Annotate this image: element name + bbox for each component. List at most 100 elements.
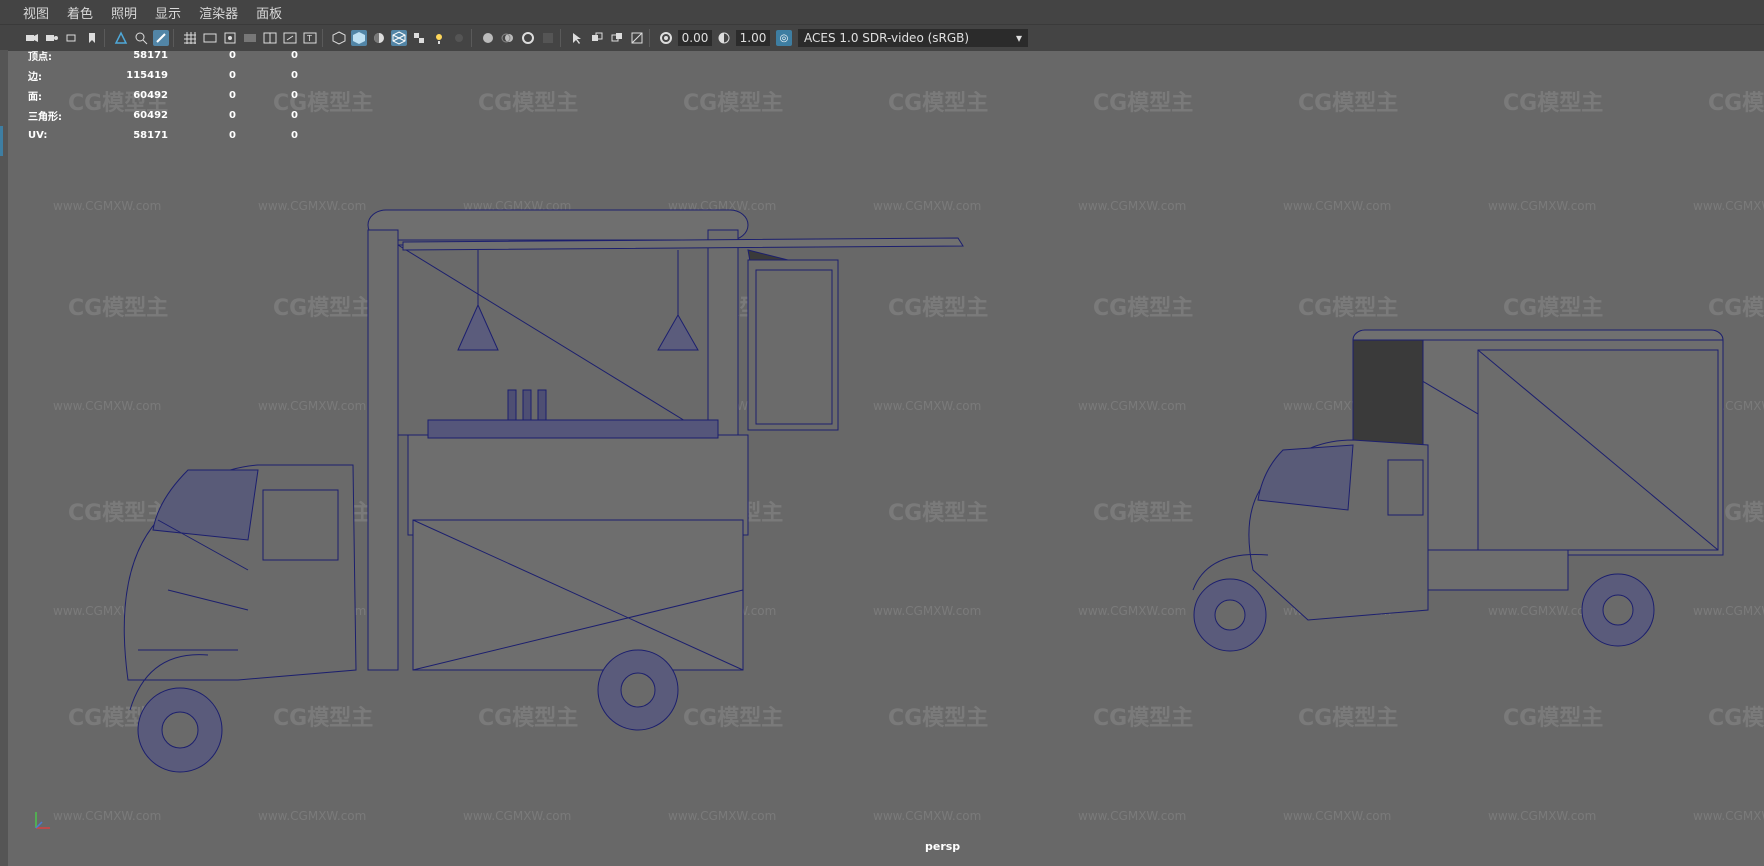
exposure-icon[interactable]: [658, 30, 674, 46]
color-management-icon[interactable]: ◎: [776, 30, 792, 46]
ambient-occlusion-icon[interactable]: [480, 30, 496, 46]
safe-action-icon[interactable]: [282, 30, 298, 46]
watermark-url: www.CGMXW.com: [873, 399, 981, 413]
color-space-value: ACES 1.0 SDR-video (sRGB): [804, 31, 970, 45]
bookmark-icon[interactable]: [84, 30, 100, 46]
watermark-url: www.CGMXW.com: [1488, 809, 1596, 823]
menu-view[interactable]: 视图: [20, 3, 52, 22]
watermark-logo: CG模型主: [683, 706, 783, 731]
watermark-logo: CG模型主: [888, 296, 988, 321]
xray-joints-icon[interactable]: [629, 30, 645, 46]
watermark-logo: CG模型主: [1093, 91, 1193, 116]
anti-aliasing-icon[interactable]: [520, 30, 536, 46]
use-all-lights-icon[interactable]: [431, 30, 447, 46]
hud-label: 面:: [28, 91, 42, 103]
watermark-url: www.CGMXW.com: [1488, 199, 1596, 213]
toolbar-separator: [560, 29, 561, 47]
watermark-logo: CG模型主: [1093, 706, 1193, 731]
hud-value: 58171: [133, 49, 168, 61]
hud-label: 顶点:: [28, 51, 52, 63]
watermark-logo: CG模型主: [888, 501, 988, 526]
watermark-url: www.CGMXW.com: [1693, 604, 1764, 618]
isolate-select-icon[interactable]: [569, 30, 585, 46]
color-space-dropdown[interactable]: ACES 1.0 SDR-video (sRGB) ▾: [798, 29, 1028, 47]
hud-value: 0: [229, 69, 236, 81]
watermark-url: www.CGMXW.com: [258, 399, 366, 413]
svg-text:T: T: [306, 34, 312, 43]
watermark-logo: CG模型主: [1708, 296, 1764, 321]
menu-shading[interactable]: 着色: [64, 3, 96, 22]
xray-icon[interactable]: [589, 30, 605, 46]
watermark-url: www.CGMXW.com: [258, 199, 366, 213]
watermark-logo: CG模型主: [888, 706, 988, 731]
resolution-gate-icon[interactable]: [222, 30, 238, 46]
hud-label: 三角形:: [28, 111, 62, 123]
hud-value: 0: [291, 49, 298, 61]
hud-value: 0: [229, 89, 236, 101]
default-material-icon[interactable]: [371, 30, 387, 46]
watermark-url: www.CGMXW.com: [1693, 199, 1764, 213]
watermark-url: www.CGMXW.com: [873, 809, 981, 823]
hud-value: 0: [229, 129, 236, 141]
hud-row: 三角形: 60492 0 0: [28, 105, 298, 125]
shadows-icon[interactable]: [451, 30, 467, 46]
menu-lighting[interactable]: 照明: [108, 3, 140, 22]
motion-blur-icon[interactable]: [500, 30, 516, 46]
grease-pencil-icon[interactable]: [153, 30, 169, 46]
menu-renderer[interactable]: 渲染器: [196, 3, 241, 22]
camera-attributes-icon[interactable]: [64, 30, 80, 46]
watermark-url: www.CGMXW.com: [53, 809, 161, 823]
image-plane-icon[interactable]: [113, 30, 129, 46]
camera-icon[interactable]: [24, 30, 40, 46]
textured-icon[interactable]: [411, 30, 427, 46]
watermark-logo: CG模型主: [1503, 706, 1603, 731]
safe-title-icon[interactable]: T: [302, 30, 318, 46]
menu-panels[interactable]: 面板: [253, 3, 285, 22]
hud-row: 边: 115419 0 0: [28, 65, 298, 85]
watermark-logo: CG模型主: [478, 706, 578, 731]
exposure-field[interactable]: 0.00: [678, 30, 712, 46]
chevron-down-icon: ▾: [1015, 31, 1022, 45]
hud-value: 0: [291, 109, 298, 121]
watermark-url: www.CGMXW.com: [53, 199, 161, 213]
camera-name-label: persp: [925, 840, 961, 853]
film-gate-icon[interactable]: [202, 30, 218, 46]
watermark-url: www.CGMXW.com: [873, 604, 981, 618]
toolbar-separator: [649, 29, 650, 47]
gamma-icon[interactable]: [716, 30, 732, 46]
wireframe-icon[interactable]: [331, 30, 347, 46]
food-truck-model: [123, 209, 964, 773]
watermark-logo: CG模型主: [1708, 91, 1764, 116]
view-axis-gizmo: [30, 808, 56, 838]
gamma-field[interactable]: 1.00: [736, 30, 770, 46]
menu-show[interactable]: 显示: [152, 3, 184, 22]
depth-of-field-icon[interactable]: [540, 30, 556, 46]
hud-row: 顶点: 58171 0 0: [28, 45, 298, 65]
watermark-logo: CG模型主: [1298, 91, 1398, 116]
watermark-url: www.CGMXW.com: [1283, 809, 1391, 823]
hud-label: UV:: [28, 129, 48, 141]
camera-lock-icon[interactable]: [44, 30, 60, 46]
viewport-canvas[interactable]: CG模型主 CG模型主 CG模型主 CG模型主 www.CGMXW.com www.CGM…: [8, 50, 1764, 866]
hud-label: 边:: [28, 71, 42, 83]
smooth-shade-icon[interactable]: [351, 30, 367, 46]
hud-value: 60492: [133, 89, 168, 101]
box-truck-model: [1192, 329, 1724, 652]
wireframe-on-shaded-icon[interactable]: [391, 30, 407, 46]
gate-mask-icon[interactable]: [242, 30, 258, 46]
2d-pan-zoom-icon[interactable]: [133, 30, 149, 46]
hud-value: 0: [291, 69, 298, 81]
watermark-logo: CG模型主: [478, 91, 578, 116]
watermark-url: www.CGMXW.com: [1078, 604, 1186, 618]
watermark-logo: CG模型主: [1093, 296, 1193, 321]
hud-value: 0: [291, 89, 298, 101]
menu-bar: 视图 着色 照明 显示 渲染器 面板: [0, 0, 1764, 24]
watermark-url: www.CGMXW.com: [1078, 809, 1186, 823]
grid-icon[interactable]: [182, 30, 198, 46]
watermark-logo: CG模型主: [1503, 91, 1603, 116]
xray-active-icon[interactable]: [609, 30, 625, 46]
watermark-logo: CG模型主: [273, 296, 373, 321]
field-chart-icon[interactable]: [262, 30, 278, 46]
watermark-url: www.CGMXW.com: [53, 399, 161, 413]
watermark-url: www.CGMXW.com: [258, 809, 366, 823]
